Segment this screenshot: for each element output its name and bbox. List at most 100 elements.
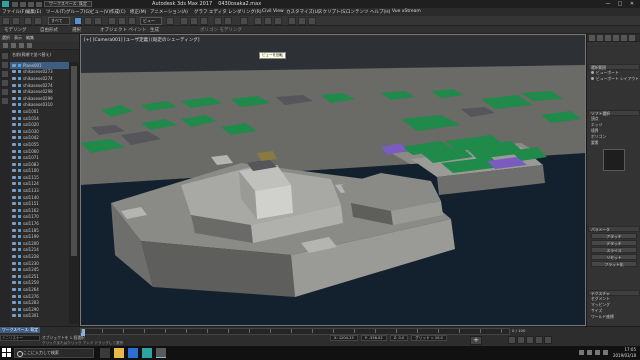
list-item[interactable]: sal1060 (10, 148, 70, 155)
go-to-start-icon[interactable] (508, 336, 516, 344)
unlink-button[interactable] (34, 17, 42, 25)
list-item[interactable]: Plane001 (10, 62, 70, 69)
list-item[interactable]: sal1259 (10, 280, 70, 287)
set-key-icon[interactable]: + (470, 336, 482, 345)
pivot-button[interactable] (166, 17, 174, 25)
radio-layout[interactable]: ビューポート レイアウト (588, 76, 640, 82)
visibility-icon[interactable] (12, 136, 16, 140)
visibility-icon[interactable] (12, 294, 16, 298)
geometry-filter-icon[interactable] (2, 53, 8, 59)
visibility-icon[interactable] (12, 281, 16, 285)
visibility-icon[interactable] (12, 189, 16, 193)
light-filter-icon[interactable] (2, 71, 8, 77)
visibility-icon[interactable] (12, 156, 16, 160)
menu-item[interactable]: レンダリング(R) (228, 9, 262, 15)
helper-filter-icon[interactable] (2, 89, 8, 95)
filter-icon[interactable] (3, 43, 8, 48)
visibility-icon[interactable] (12, 70, 16, 74)
create-tab-icon[interactable] (589, 35, 595, 41)
rect-selection-button[interactable] (94, 17, 102, 25)
visibility-icon[interactable] (12, 248, 16, 252)
scale-button[interactable] (128, 17, 136, 25)
scrollbar-thumb[interactable] (71, 66, 77, 256)
visibility-icon[interactable] (12, 76, 16, 80)
list-item[interactable]: shikaseos0310 (10, 102, 70, 109)
visibility-icon[interactable] (12, 123, 16, 127)
list-item[interactable]: sal1014 (10, 115, 70, 122)
link-button[interactable] (24, 17, 32, 25)
previous-frame-icon[interactable] (517, 336, 525, 344)
align-button[interactable] (224, 17, 232, 25)
list-item[interactable]: shikaseos0274 (10, 75, 70, 82)
visibility-icon[interactable] (12, 274, 16, 278)
parameters-header[interactable]: パラメータ (588, 226, 640, 232)
redo-button[interactable] (12, 17, 20, 25)
visibility-icon[interactable] (12, 175, 16, 179)
find-icon[interactable] (11, 43, 16, 48)
color-swatch[interactable] (603, 149, 625, 171)
menu-item[interactable]: ツール(T) (46, 9, 66, 15)
list-item[interactable]: sal1001 (10, 108, 70, 115)
undo-button[interactable] (2, 17, 10, 25)
visibility-icon[interactable] (12, 314, 16, 318)
parameter-button[interactable]: フラット化 (591, 261, 637, 267)
coord-y-field[interactable]: Y: -356.02 (360, 335, 387, 341)
ribbon-tab[interactable]: オブジェクト ペイント (100, 27, 146, 33)
menu-item[interactable]: ファイル(F) (2, 9, 26, 15)
list-item[interactable]: sal1283 (10, 299, 70, 306)
sub-object-item[interactable]: 要素 (588, 140, 640, 146)
open-file-icon[interactable] (20, 1, 26, 7)
active-app-icon[interactable] (156, 348, 166, 358)
close-button[interactable]: ✕ (626, 0, 638, 8)
maximize-button[interactable]: □ (614, 0, 626, 8)
menu-item[interactable]: 作成(C) (110, 9, 126, 15)
list-item[interactable]: sal1276 (10, 293, 70, 300)
list-item[interactable]: sal1228 (10, 253, 70, 260)
hierarchy-icon[interactable] (27, 43, 32, 48)
ribbon-tab[interactable]: 生成 (150, 27, 159, 33)
new-file-icon[interactable] (12, 1, 18, 7)
se-menu-display[interactable]: 表示 (14, 34, 22, 41)
menu-item[interactable]: グループ(G) (66, 9, 91, 15)
list-item[interactable]: sal1230 (10, 260, 70, 267)
list-item[interactable]: sal1100 (10, 168, 70, 175)
coord-z-field[interactable]: Z: 0.0 (389, 335, 409, 341)
coord-x-field[interactable]: X: 1204.23 (330, 335, 358, 341)
list-item[interactable]: sal1301 (10, 313, 70, 320)
visibility-icon[interactable] (12, 202, 16, 206)
menu-item[interactable]: スクリプト(S) (318, 9, 347, 15)
snap-toggle-button[interactable] (180, 17, 188, 25)
visibility-icon[interactable] (12, 116, 16, 120)
render-button[interactable] (308, 17, 316, 25)
rotate-button[interactable] (118, 17, 126, 25)
time-slider[interactable] (80, 328, 510, 336)
visibility-icon[interactable] (12, 109, 16, 113)
list-item[interactable]: sal1042 (10, 135, 70, 142)
list-item[interactable]: sal1162 (10, 207, 70, 214)
spacewarp-filter-icon[interactable] (2, 98, 8, 104)
camera-viewport[interactable]: [+] [Camera001] [ユーザ定義] [既定のシェーディング] ビュー… (80, 34, 586, 326)
visibility-icon[interactable] (12, 261, 16, 265)
undo-icon[interactable] (36, 1, 42, 7)
visibility-icon[interactable] (12, 215, 16, 219)
list-item[interactable]: sal1214 (10, 247, 70, 254)
windows-start-icon[interactable] (2, 348, 12, 358)
list-item[interactable]: sal1170 (10, 214, 70, 221)
display-tab-icon[interactable] (621, 35, 627, 41)
taskbar-search-field[interactable]: ここに入力して検索 (14, 348, 94, 358)
modify-tab-icon[interactable] (597, 35, 603, 41)
percent-snap-button[interactable] (200, 17, 208, 25)
clock[interactable]: 17:05 2019/03/18 (613, 347, 636, 358)
shape-filter-icon[interactable] (2, 62, 8, 68)
column-header[interactable]: 名前(昇順で並べ替え) (12, 52, 51, 58)
task-view-icon[interactable] (100, 348, 110, 358)
visibility-icon[interactable] (12, 222, 16, 226)
list-item[interactable]: sal1124 (10, 181, 70, 188)
select-object-button[interactable] (74, 17, 82, 25)
visibility-icon[interactable] (12, 287, 16, 291)
hierarchy-tab-icon[interactable] (605, 35, 611, 41)
menu-item[interactable]: カスタマイズ(U) (286, 9, 320, 15)
list-item[interactable]: sal1151 (10, 200, 70, 207)
visibility-icon[interactable] (12, 63, 16, 67)
workspace-tab[interactable]: ワークスペース: 既定 (0, 327, 40, 333)
